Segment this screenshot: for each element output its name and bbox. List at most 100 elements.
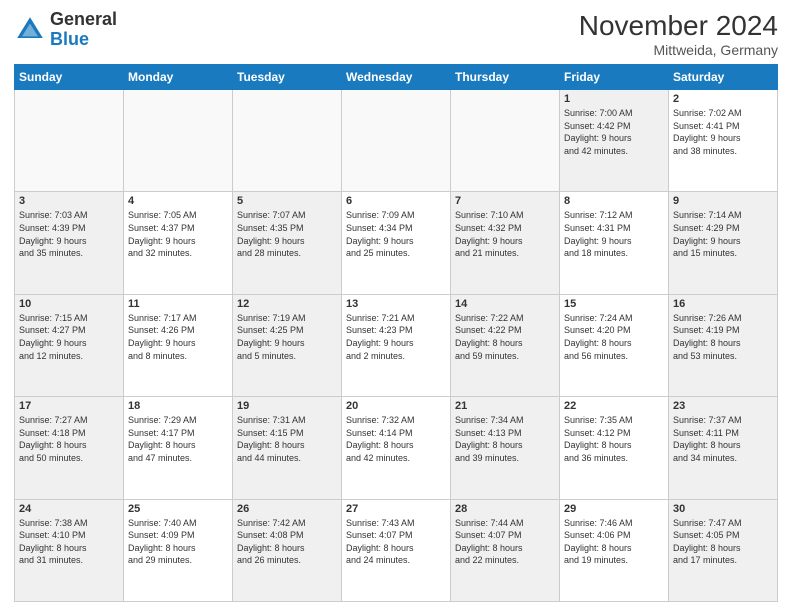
- calendar-cell: 11 Sunrise: 7:17 AM Sunset: 4:26 PM Dayli…: [124, 294, 233, 396]
- page: General Blue November 2024 Mittweida, Ge…: [0, 0, 792, 612]
- calendar-cell: 29Sunrise: 7:46 AM Sunset: 4:06 PM Dayli…: [560, 499, 669, 601]
- day-info: Sunrise: 7:37 AM Sunset: 4:11 PM Dayligh…: [673, 414, 773, 464]
- calendar-cell: 16 Sunrise: 7:26 AM Sunset: 4:19 PM Dayli…: [669, 294, 778, 396]
- calendar-cell: 5 Sunrise: 7:07 AM Sunset: 4:35 PM Daylig…: [233, 192, 342, 294]
- week-row-0: 1 Sunrise: 7:00 AM Sunset: 4:42 PM Daylig…: [15, 90, 778, 192]
- day-info: Sunrise: 7:02 AM Sunset: 4:41 PM Dayligh…: [673, 107, 773, 157]
- day-number: 5: [237, 195, 337, 207]
- day-number: 2: [673, 93, 773, 105]
- day-info: Sunrise: 7:47 AM Sunset: 4:05 PM Dayligh…: [673, 517, 773, 567]
- day-info: Sunrise: 7:38 AM Sunset: 4:10 PM Dayligh…: [19, 517, 119, 567]
- day-info: Sunrise: 7:42 AM Sunset: 4:08 PM Dayligh…: [237, 517, 337, 567]
- day-number: 27: [346, 503, 446, 515]
- calendar-table: Sunday Monday Tuesday Wednesday Thursday…: [14, 64, 778, 602]
- day-number: 6: [346, 195, 446, 207]
- day-info: Sunrise: 7:29 AM Sunset: 4:17 PM Dayligh…: [128, 414, 228, 464]
- col-sunday: Sunday: [15, 65, 124, 90]
- day-info: Sunrise: 7:10 AM Sunset: 4:32 PM Dayligh…: [455, 209, 555, 259]
- week-row-4: 24 Sunrise: 7:38 AM Sunset: 4:10 PM Dayli…: [15, 499, 778, 601]
- day-info: Sunrise: 7:27 AM Sunset: 4:18 PM Dayligh…: [19, 414, 119, 464]
- day-number: 21: [455, 400, 555, 412]
- calendar-cell: 18Sunrise: 7:29 AM Sunset: 4:17 PM Dayli…: [124, 397, 233, 499]
- calendar-cell: 22Sunrise: 7:35 AM Sunset: 4:12 PM Dayli…: [560, 397, 669, 499]
- calendar-cell: [233, 90, 342, 192]
- day-number: 17: [19, 400, 119, 412]
- day-number: 10: [19, 298, 119, 310]
- day-info: Sunrise: 7:43 AM Sunset: 4:07 PM Dayligh…: [346, 517, 446, 567]
- day-info: Sunrise: 7:00 AM Sunset: 4:42 PM Dayligh…: [564, 107, 664, 157]
- day-number: 11: [128, 298, 228, 310]
- calendar-cell: 24 Sunrise: 7:38 AM Sunset: 4:10 PM Dayli…: [15, 499, 124, 601]
- week-row-3: 17 Sunrise: 7:27 AM Sunset: 4:18 PM Dayli…: [15, 397, 778, 499]
- calendar-cell: 14 Sunrise: 7:22 AM Sunset: 4:22 PM Dayli…: [451, 294, 560, 396]
- day-info: Sunrise: 7:40 AM Sunset: 4:09 PM Dayligh…: [128, 517, 228, 567]
- calendar-cell: 27 Sunrise: 7:43 AM Sunset: 4:07 PM Dayli…: [342, 499, 451, 601]
- calendar-cell: [15, 90, 124, 192]
- day-number: 29: [564, 503, 664, 515]
- day-number: 25: [128, 503, 228, 515]
- day-number: 28: [455, 503, 555, 515]
- title-block: November 2024 Mittweida, Germany: [579, 10, 778, 58]
- week-row-1: 3Sunrise: 7:03 AM Sunset: 4:39 PM Daylig…: [15, 192, 778, 294]
- calendar-cell: 17 Sunrise: 7:27 AM Sunset: 4:18 PM Dayli…: [15, 397, 124, 499]
- calendar-cell: 25 Sunrise: 7:40 AM Sunset: 4:09 PM Dayli…: [124, 499, 233, 601]
- calendar-cell: 13Sunrise: 7:21 AM Sunset: 4:23 PM Dayli…: [342, 294, 451, 396]
- day-number: 24: [19, 503, 119, 515]
- calendar-cell: 6Sunrise: 7:09 AM Sunset: 4:34 PM Daylig…: [342, 192, 451, 294]
- logo-blue: Blue: [50, 29, 89, 49]
- calendar-cell: [124, 90, 233, 192]
- col-friday: Friday: [560, 65, 669, 90]
- calendar-cell: 30 Sunrise: 7:47 AM Sunset: 4:05 PM Dayli…: [669, 499, 778, 601]
- col-monday: Monday: [124, 65, 233, 90]
- col-thursday: Thursday: [451, 65, 560, 90]
- col-wednesday: Wednesday: [342, 65, 451, 90]
- calendar-cell: 10Sunrise: 7:15 AM Sunset: 4:27 PM Dayli…: [15, 294, 124, 396]
- day-number: 12: [237, 298, 337, 310]
- day-info: Sunrise: 7:26 AM Sunset: 4:19 PM Dayligh…: [673, 312, 773, 362]
- calendar-cell: 26 Sunrise: 7:42 AM Sunset: 4:08 PM Dayli…: [233, 499, 342, 601]
- day-number: 23: [673, 400, 773, 412]
- calendar: Sunday Monday Tuesday Wednesday Thursday…: [14, 64, 778, 602]
- day-info: Sunrise: 7:24 AM Sunset: 4:20 PM Dayligh…: [564, 312, 664, 362]
- day-number: 26: [237, 503, 337, 515]
- day-number: 7: [455, 195, 555, 207]
- header-row: Sunday Monday Tuesday Wednesday Thursday…: [15, 65, 778, 90]
- calendar-cell: [342, 90, 451, 192]
- day-number: 4: [128, 195, 228, 207]
- calendar-cell: 8Sunrise: 7:12 AM Sunset: 4:31 PM Daylig…: [560, 192, 669, 294]
- day-info: Sunrise: 7:34 AM Sunset: 4:13 PM Dayligh…: [455, 414, 555, 464]
- calendar-cell: 21 Sunrise: 7:34 AM Sunset: 4:13 PM Dayli…: [451, 397, 560, 499]
- logo: General Blue: [14, 10, 117, 50]
- day-number: 20: [346, 400, 446, 412]
- week-row-2: 10Sunrise: 7:15 AM Sunset: 4:27 PM Dayli…: [15, 294, 778, 396]
- day-number: 13: [346, 298, 446, 310]
- calendar-cell: 12 Sunrise: 7:19 AM Sunset: 4:25 PM Dayli…: [233, 294, 342, 396]
- day-info: Sunrise: 7:07 AM Sunset: 4:35 PM Dayligh…: [237, 209, 337, 259]
- calendar-cell: [451, 90, 560, 192]
- day-info: Sunrise: 7:03 AM Sunset: 4:39 PM Dayligh…: [19, 209, 119, 259]
- day-number: 30: [673, 503, 773, 515]
- day-info: Sunrise: 7:44 AM Sunset: 4:07 PM Dayligh…: [455, 517, 555, 567]
- calendar-cell: 20Sunrise: 7:32 AM Sunset: 4:14 PM Dayli…: [342, 397, 451, 499]
- day-info: Sunrise: 7:19 AM Sunset: 4:25 PM Dayligh…: [237, 312, 337, 362]
- calendar-cell: 2 Sunrise: 7:02 AM Sunset: 4:41 PM Daylig…: [669, 90, 778, 192]
- day-number: 14: [455, 298, 555, 310]
- day-number: 19: [237, 400, 337, 412]
- day-info: Sunrise: 7:17 AM Sunset: 4:26 PM Dayligh…: [128, 312, 228, 362]
- col-tuesday: Tuesday: [233, 65, 342, 90]
- day-info: Sunrise: 7:22 AM Sunset: 4:22 PM Dayligh…: [455, 312, 555, 362]
- calendar-cell: 19Sunrise: 7:31 AM Sunset: 4:15 PM Dayli…: [233, 397, 342, 499]
- header: General Blue November 2024 Mittweida, Ge…: [14, 10, 778, 58]
- col-saturday: Saturday: [669, 65, 778, 90]
- day-number: 16: [673, 298, 773, 310]
- calendar-cell: 3Sunrise: 7:03 AM Sunset: 4:39 PM Daylig…: [15, 192, 124, 294]
- calendar-cell: 28 Sunrise: 7:44 AM Sunset: 4:07 PM Dayli…: [451, 499, 560, 601]
- day-info: Sunrise: 7:14 AM Sunset: 4:29 PM Dayligh…: [673, 209, 773, 259]
- day-number: 9: [673, 195, 773, 207]
- day-info: Sunrise: 7:35 AM Sunset: 4:12 PM Dayligh…: [564, 414, 664, 464]
- logo-general: General: [50, 9, 117, 29]
- calendar-cell: 15Sunrise: 7:24 AM Sunset: 4:20 PM Dayli…: [560, 294, 669, 396]
- calendar-cell: 23 Sunrise: 7:37 AM Sunset: 4:11 PM Dayli…: [669, 397, 778, 499]
- day-number: 1: [564, 93, 664, 105]
- day-info: Sunrise: 7:05 AM Sunset: 4:37 PM Dayligh…: [128, 209, 228, 259]
